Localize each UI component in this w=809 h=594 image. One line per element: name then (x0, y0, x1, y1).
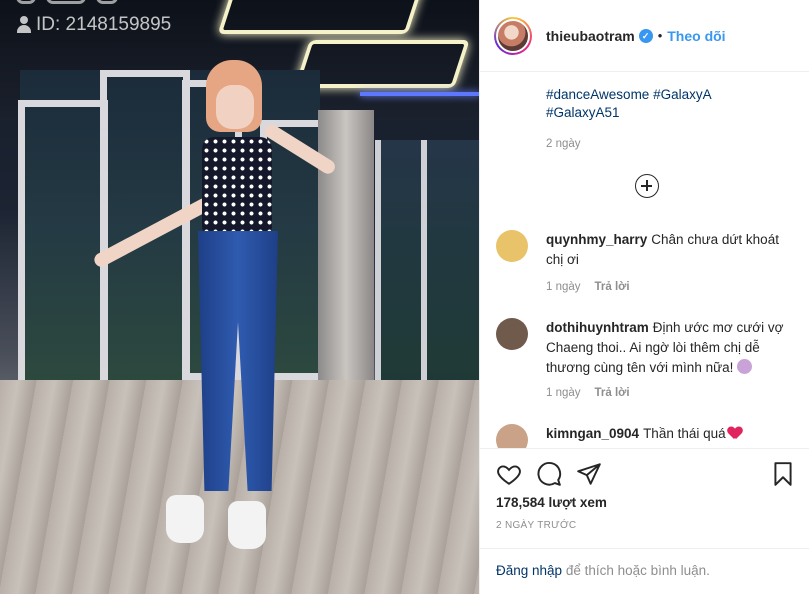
video-watermark: ID: 2148159895 (16, 14, 171, 36)
avatar[interactable] (496, 318, 528, 350)
comment-icon[interactable] (536, 461, 562, 487)
watermark-id: ID: 2148159895 (36, 14, 172, 35)
post-date[interactable]: 2 NGÀY TRƯỚC (496, 520, 576, 531)
comment-meta: 1 ngày Trả lời (546, 387, 630, 399)
save-bookmark-icon[interactable] (770, 461, 796, 487)
avatar[interactable] (496, 424, 528, 448)
post-sidebar: thieubaotram ✓ • Theo dõi #danceAwesome … (479, 0, 809, 594)
login-prompt: Đăng nhập để thích hoặc bình luận. (480, 548, 809, 594)
dancer-jeans (198, 231, 278, 491)
author-username[interactable]: thieubaotram (546, 28, 635, 44)
user-icon (16, 16, 32, 34)
comment-age[interactable]: 1 ngày (546, 387, 581, 399)
reply-button[interactable]: Trả lời (595, 387, 630, 399)
post-header: thieubaotram ✓ • Theo dõi (480, 0, 809, 72)
dancer-shoe (228, 501, 266, 549)
separator-dot: • (657, 28, 663, 43)
neon-strip (360, 92, 479, 96)
emoji-icon (737, 359, 753, 374)
post-actions: 178,584 lượt xem 2 NGÀY TRƯỚC (480, 448, 809, 548)
caption-age[interactable]: 2 ngày (546, 138, 581, 150)
dancer-face (216, 85, 254, 129)
avatar[interactable] (496, 230, 528, 262)
verified-badge-icon: ✓ (638, 28, 653, 43)
comment-username[interactable]: quynhmy_harry (546, 232, 647, 247)
comments-section[interactable]: #danceAwesome #GalaxyA #GalaxyA51 2 ngày… (480, 72, 809, 448)
ceiling-light-hexagon (217, 0, 429, 34)
pillar (318, 110, 374, 400)
dancer-top (202, 137, 272, 233)
comment-age[interactable]: 1 ngày (546, 281, 581, 293)
story-ring[interactable] (494, 16, 532, 55)
comment-body: dothihuynhtram Định ước mơ cưới vợ Chaeng… (546, 318, 796, 378)
dancer-figure (91, 55, 338, 565)
dancer-shoe (166, 495, 204, 543)
hashtag-link[interactable]: #GalaxyA (653, 87, 712, 102)
comment-body: kimngan_0904 Thần thái quá (546, 424, 796, 444)
comment-text: Thần thái quá (643, 426, 726, 441)
follow-button[interactable]: Theo dõi (667, 28, 725, 44)
login-link[interactable]: Đăng nhập (496, 563, 562, 578)
reply-button[interactable]: Trả lời (595, 281, 630, 293)
share-paper-plane-icon[interactable] (576, 461, 602, 487)
post-caption: #danceAwesome #GalaxyA #GalaxyA51 (546, 86, 796, 122)
hashtag-link[interactable]: #GalaxyA51 (546, 105, 620, 120)
like-heart-icon[interactable] (496, 461, 522, 487)
view-count[interactable]: 178,584 lượt xem (496, 495, 607, 510)
comment-username[interactable]: dothihuynhtram (546, 320, 649, 335)
window-wall-right (375, 140, 479, 380)
comment-username[interactable]: kimngan_0904 (546, 426, 639, 441)
load-more-comments-icon[interactable] (635, 174, 659, 198)
login-prompt-text: để thích hoặc bình luận. (562, 563, 710, 578)
comment-meta: 1 ngày Trả lời (546, 281, 630, 293)
hashtag-link[interactable]: #danceAwesome (546, 87, 649, 102)
heart-emoji-icon (728, 427, 742, 439)
post-video[interactable]: ID: 2148159895 (0, 0, 479, 594)
action-icons (496, 461, 796, 489)
ceiling-light-hexagon (294, 40, 470, 88)
tiktok-logo-icon (16, 0, 126, 6)
comment-body: quynhmy_harry Chân chưa dứt khoát chị ơi (546, 230, 796, 270)
avatar[interactable] (496, 18, 530, 53)
